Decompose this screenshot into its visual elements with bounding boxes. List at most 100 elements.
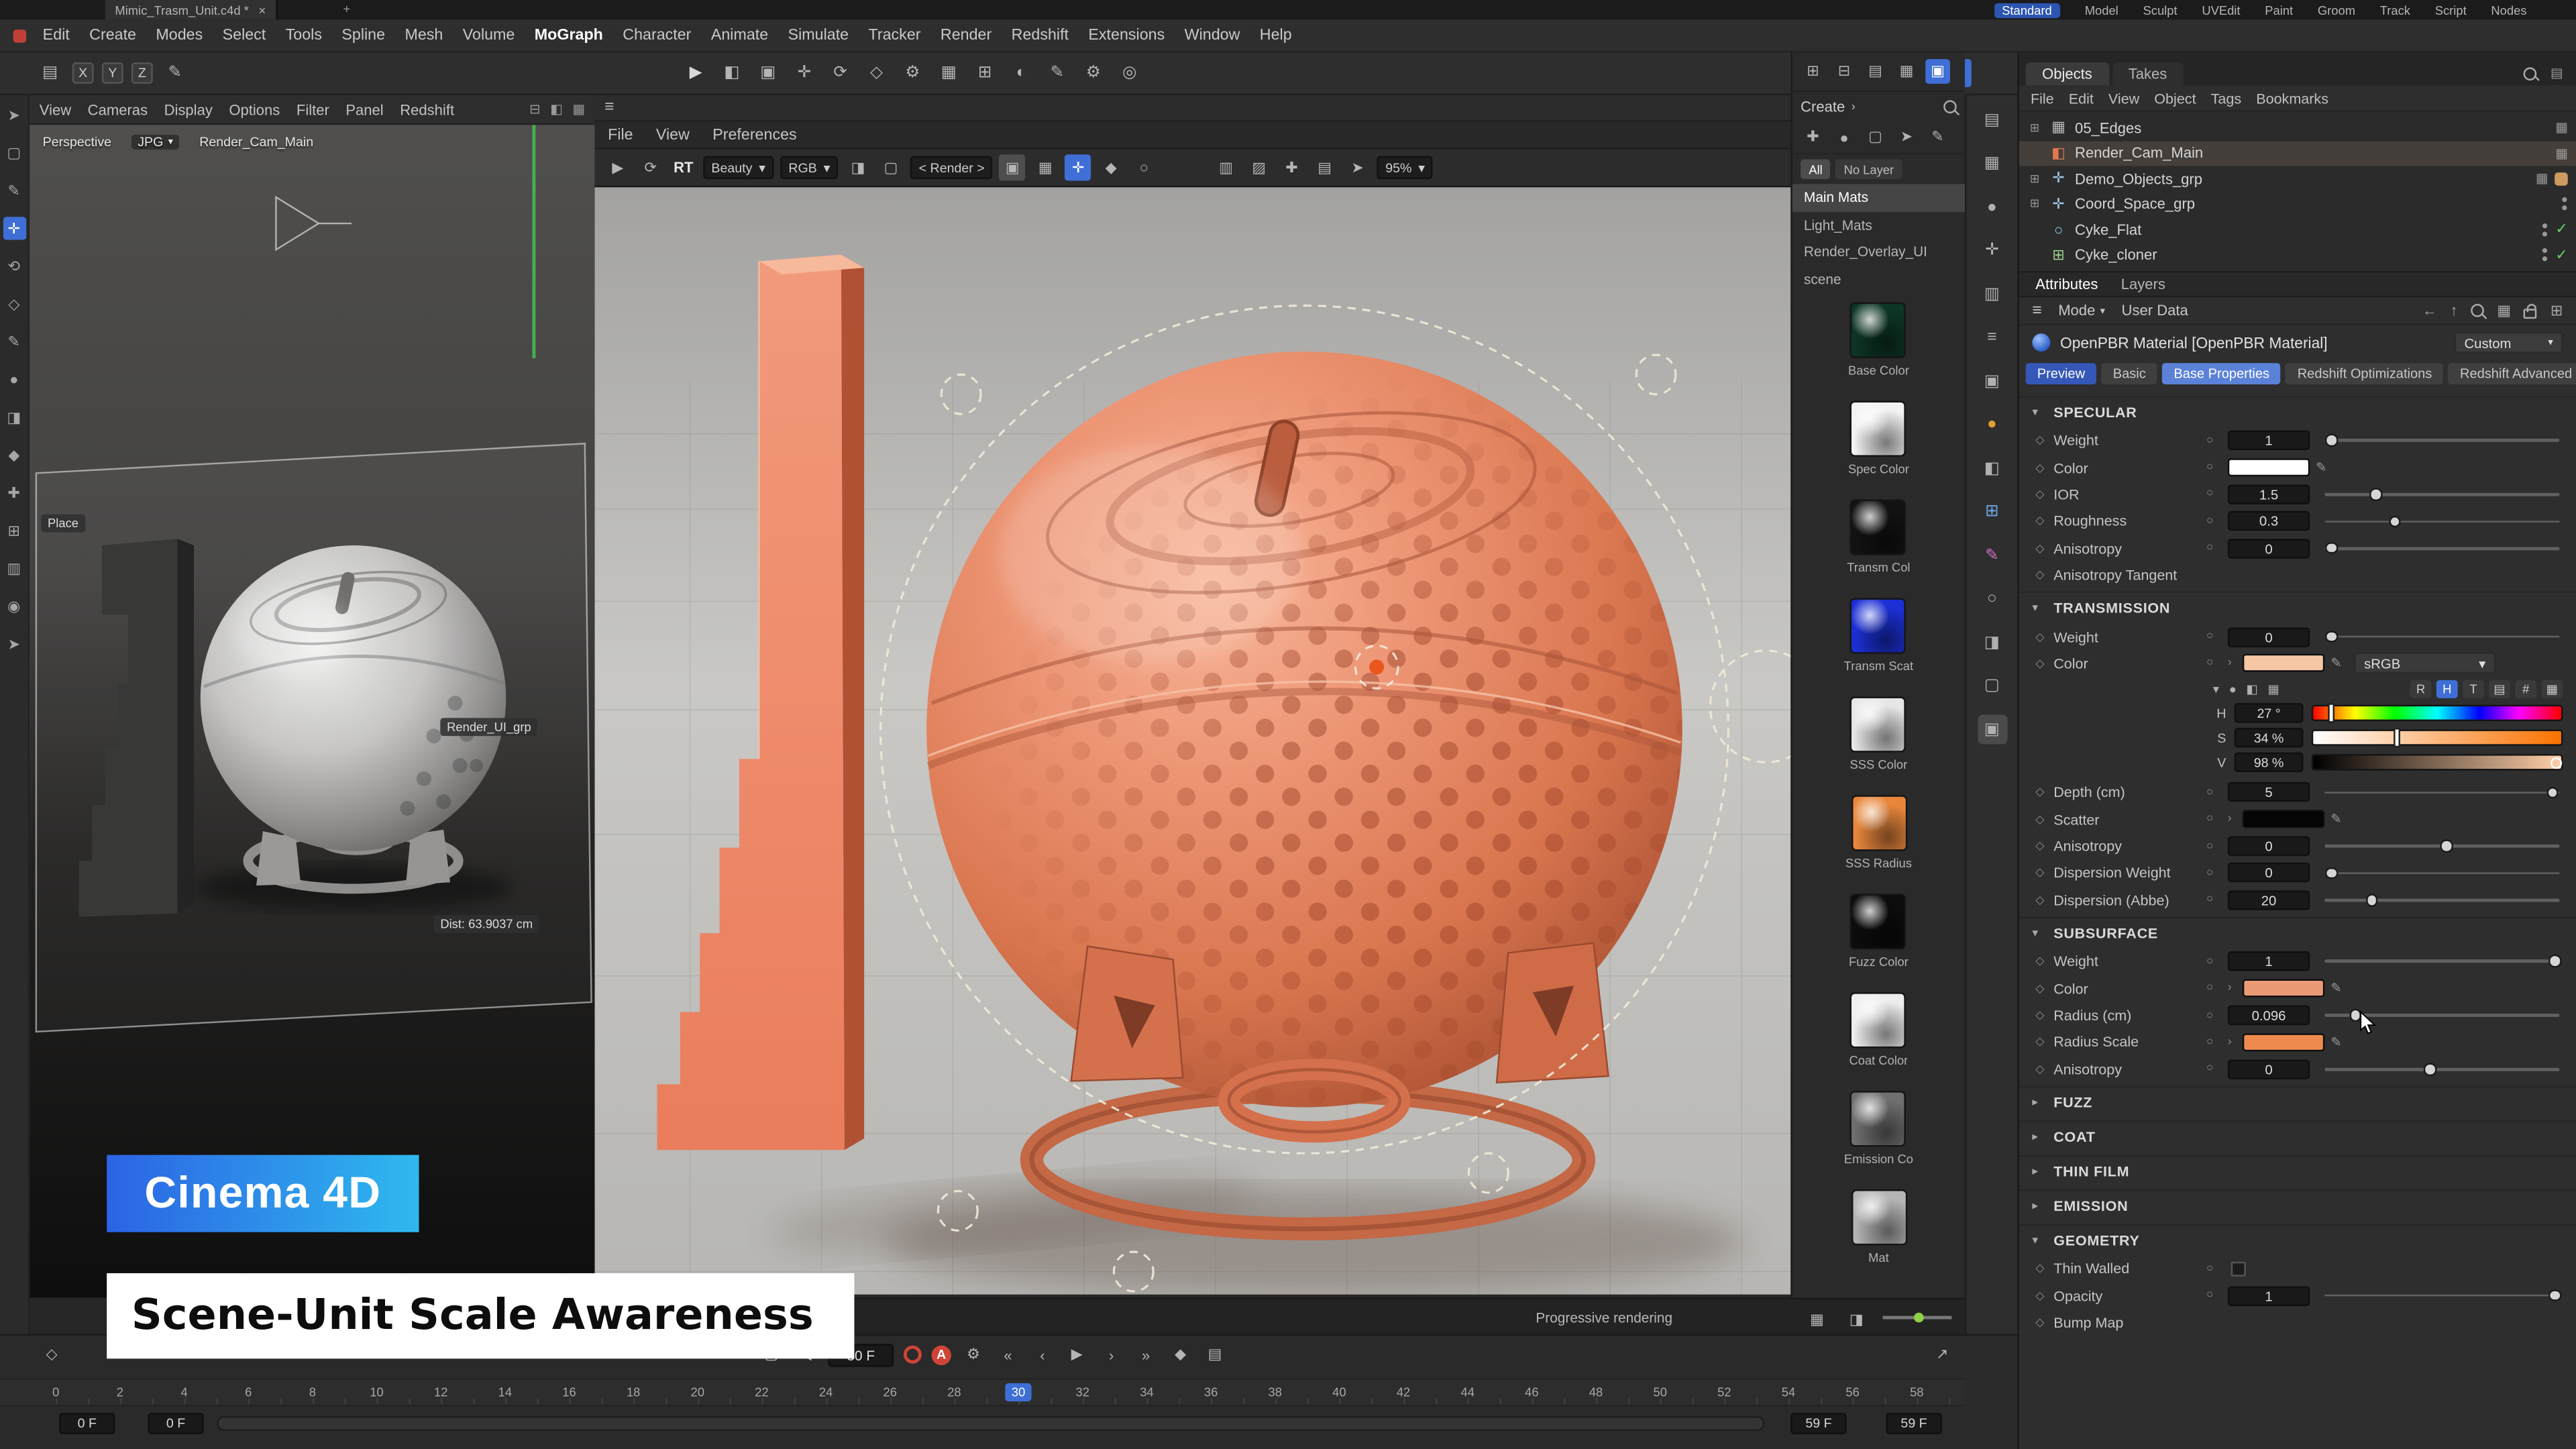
value-field-anisotropy[interactable]: 0: [2228, 1059, 2310, 1079]
keyframe-diamond-icon[interactable]: ◇: [2035, 982, 2053, 996]
viewport-menu-display[interactable]: Display: [164, 101, 213, 117]
material-manager-icon[interactable]: ●: [1977, 193, 2006, 222]
animation-dot-icon[interactable]: ○: [2206, 543, 2228, 554]
slider-weight[interactable]: [2324, 431, 2559, 450]
slider-opacity[interactable]: [2324, 1286, 2559, 1305]
tag-grid-icon[interactable]: ▦: [2555, 120, 2568, 135]
sculpt-tool-icon[interactable]: ●: [3, 368, 25, 391]
panel-menu-icon[interactable]: ▤: [2551, 66, 2563, 80]
start-ipr-button[interactable]: ▶: [604, 154, 631, 180]
menu-edit[interactable]: Edit: [43, 26, 70, 44]
animation-dot-icon[interactable]: ○: [2206, 956, 2228, 967]
cursor-tool-icon[interactable]: ➤: [3, 633, 25, 655]
animation-dot-icon[interactable]: ○: [2206, 516, 2228, 527]
layout-mode-groom[interactable]: Groom: [2318, 3, 2355, 17]
range-start-field[interactable]: 0 F: [59, 1413, 115, 1434]
menu-mograph[interactable]: MoGraph: [535, 26, 603, 44]
copy-frame-icon[interactable]: ▤: [1311, 154, 1338, 180]
search-icon[interactable]: [2524, 66, 2538, 80]
material-swatch-fuzz-color[interactable]: Fuzz Color: [1849, 894, 1909, 992]
layout-mode-model[interactable]: Model: [2085, 3, 2118, 17]
slider-handle[interactable]: [2424, 1063, 2436, 1075]
keyframe-diamond-icon[interactable]: ◇: [2035, 569, 2053, 582]
color-grid-icon[interactable]: ▦: [2268, 682, 2279, 697]
value-slider-handle[interactable]: [2551, 757, 2562, 768]
menu-extensions[interactable]: Extensions: [1088, 26, 1165, 44]
objects-menu-file[interactable]: File: [2031, 89, 2054, 105]
sphere-panel-icon[interactable]: ○: [1977, 584, 2006, 614]
sphere-preview-icon[interactable]: ●: [1832, 125, 1857, 150]
keyframe-diamond-icon[interactable]: ◇: [2035, 657, 2053, 670]
ruler-frame-54[interactable]: 54: [1782, 1385, 1795, 1399]
ruler-frame-46[interactable]: 46: [1525, 1385, 1538, 1399]
playback-marker-icon[interactable]: ◇: [46, 1346, 58, 1364]
exposure-slider[interactable]: [1883, 1316, 1952, 1319]
ruler-frame-0[interactable]: 0: [52, 1385, 59, 1399]
add-bucket-icon[interactable]: ✚: [1279, 154, 1305, 180]
layout-mode-paint[interactable]: Paint: [2265, 3, 2293, 17]
timeline-options-icon[interactable]: ▤: [1203, 1342, 1228, 1367]
next-frame-button[interactable]: ›: [1099, 1342, 1124, 1367]
animation-dot-icon[interactable]: ○: [2206, 814, 2228, 825]
ruler-frame-24[interactable]: 24: [819, 1385, 833, 1399]
section-header-coat[interactable]: ▸COAT: [2019, 1122, 2576, 1152]
ruler-frame-12[interactable]: 12: [434, 1385, 447, 1399]
color-swatch-color[interactable]: [2243, 979, 2324, 998]
ruler-frame-26[interactable]: 26: [883, 1385, 897, 1399]
value-field-opacity[interactable]: 1: [2228, 1286, 2310, 1305]
asset-browser-icon[interactable]: ▣: [1977, 366, 2006, 396]
prop-tab-redshift-optimizations[interactable]: Redshift Optimizations: [2286, 363, 2444, 384]
menu-animate[interactable]: Animate: [711, 26, 768, 44]
expander-icon[interactable]: ›: [2228, 1036, 2243, 1048]
go-to-start-button[interactable]: «: [996, 1342, 1020, 1367]
ab-compare-icon[interactable]: ◨: [1843, 1306, 1870, 1332]
keyframe-diamond-icon[interactable]: ◇: [2035, 542, 2053, 555]
layout-icon[interactable]: ▦: [572, 102, 585, 117]
clipboard-icon[interactable]: ▤: [36, 59, 64, 87]
ruler-frame-8[interactable]: 8: [309, 1385, 316, 1399]
slider-anisotropy[interactable]: [2324, 1059, 2559, 1079]
render-camera-nav[interactable]: < Render >: [910, 156, 993, 179]
animation-dot-icon[interactable]: ○: [2206, 1263, 2228, 1275]
grid-overlay-icon[interactable]: ▦: [1032, 154, 1059, 180]
eyedropper-icon[interactable]: ✎: [2324, 656, 2347, 671]
value-field-radius-cm[interactable]: 0.096: [2228, 1006, 2310, 1025]
pan-tool-icon[interactable]: ✛: [1065, 154, 1091, 180]
timeline-panel-icon[interactable]: ▥: [1977, 279, 2006, 309]
color-sliders-icon[interactable]: ◧: [2246, 682, 2257, 697]
ruler-frame-16[interactable]: 16: [562, 1385, 576, 1399]
menu-tools[interactable]: Tools: [286, 26, 322, 44]
display-panel-icon[interactable]: ▢: [1977, 671, 2006, 700]
measure-tool-icon[interactable]: ▥: [3, 557, 25, 580]
animation-dot-icon[interactable]: ○: [2206, 631, 2228, 642]
visibility-dots-icon[interactable]: [2542, 247, 2549, 263]
play-render-icon[interactable]: ▶: [682, 59, 710, 87]
menu-spline[interactable]: Spline: [341, 26, 385, 44]
edit-material-icon[interactable]: ✎: [1925, 125, 1950, 150]
color-wheel-icon[interactable]: ●: [2229, 682, 2237, 697]
go-to-end-button[interactable]: »: [1134, 1342, 1159, 1367]
objects-menu-tags[interactable]: Tags: [2211, 89, 2242, 105]
keying-settings-icon[interactable]: ⚙: [961, 1342, 986, 1367]
plane-preview-icon[interactable]: ▢: [1863, 125, 1888, 150]
section-header-subsurface[interactable]: ▾SUBSURFACE: [2019, 918, 2576, 948]
view-mode-label[interactable]: Perspective: [43, 135, 111, 150]
value-field-anisotropy[interactable]: 0: [2228, 539, 2310, 558]
camera-panel-icon[interactable]: ◨: [1977, 628, 2006, 657]
value-field-roughness[interactable]: 0.3: [2228, 512, 2310, 531]
ruler-frame-2[interactable]: 2: [117, 1385, 123, 1399]
menu-character[interactable]: Character: [623, 26, 691, 44]
renderview-menu-view[interactable]: View: [656, 125, 690, 144]
value-slider[interactable]: [2312, 754, 2563, 770]
keyframe-button[interactable]: ◆: [1168, 1342, 1193, 1367]
keyframe-diamond-icon[interactable]: ◇: [2035, 867, 2053, 880]
ruler-frame-10[interactable]: 10: [370, 1385, 383, 1399]
objects-menu-object[interactable]: Object: [2154, 89, 2196, 105]
ruler-frame-38[interactable]: 38: [1268, 1385, 1281, 1399]
slider-handle[interactable]: [2548, 955, 2561, 967]
layout-panel-icon[interactable]: ▤: [1977, 105, 2006, 135]
material-group-scene[interactable]: scene: [1792, 266, 1965, 292]
value-field-depth-cm[interactable]: 5: [2228, 782, 2310, 802]
slider-handle[interactable]: [2326, 867, 2338, 879]
slider-ior[interactable]: [2324, 484, 2559, 504]
